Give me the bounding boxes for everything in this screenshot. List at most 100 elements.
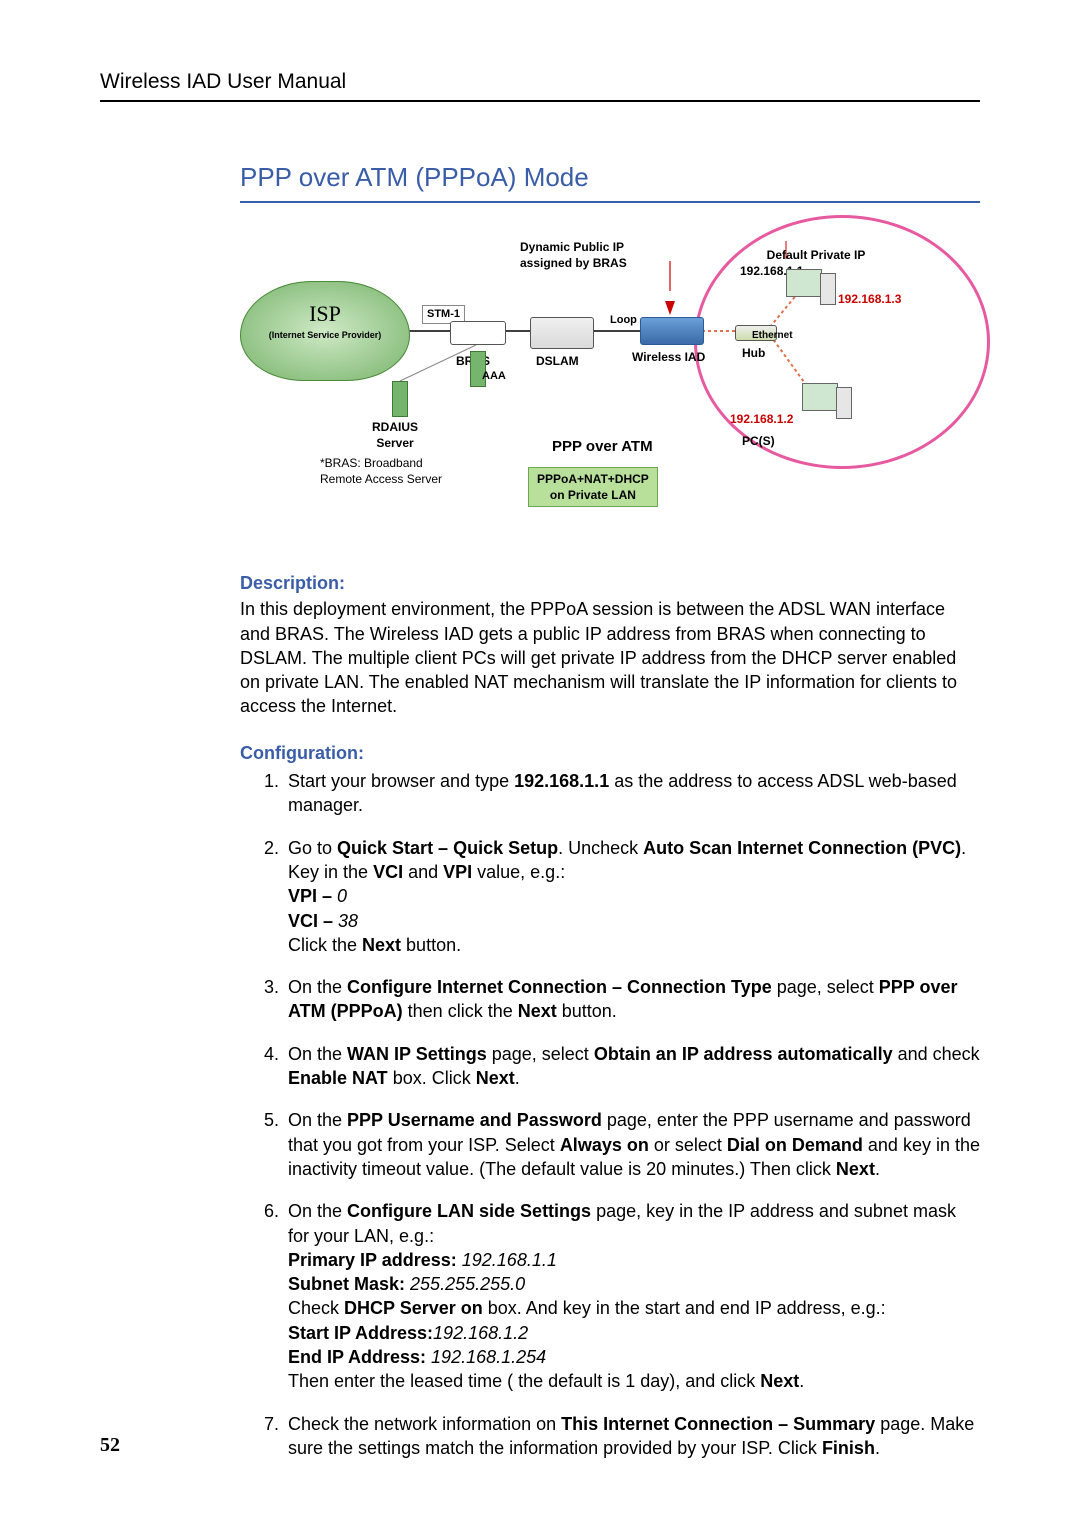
loop-label: Loop — [610, 313, 637, 328]
start-ip-label: Start IP Address: — [288, 1323, 433, 1343]
dynamic-ip-label: Dynamic Public IP assigned by BRAS — [520, 239, 627, 271]
next-button-ref: Next — [836, 1159, 875, 1179]
isp-sublabel: (Internet Service Provider) — [240, 329, 410, 341]
aaa-label: AAA — [482, 369, 506, 384]
lan-ellipse — [694, 215, 990, 469]
subnet-mask-value: 255.255.255.0 — [410, 1274, 525, 1294]
dial-on-demand: Dial on Demand — [727, 1135, 863, 1155]
page-ref: WAN IP Settings — [347, 1044, 487, 1064]
text: Then enter the leased time ( the default… — [288, 1371, 760, 1391]
page-ref: Configure Internet Connection – Connecti… — [347, 977, 772, 997]
text: . — [875, 1159, 880, 1179]
document-page: Wireless IAD User Manual PPP over ATM (P… — [0, 0, 1080, 1527]
description-text: In this deployment environment, the PPPo… — [240, 597, 980, 718]
pppoa-box: PPPoA+NAT+DHCP on Private LAN — [528, 467, 658, 507]
always-on: Always on — [560, 1135, 649, 1155]
text: Start your browser and type — [288, 771, 514, 791]
selection: Obtain an IP address automatically — [594, 1044, 893, 1064]
radius-server-icon — [392, 381, 408, 417]
page-ref: PPP Username and Password — [347, 1110, 602, 1130]
step-6: On the Configure LAN side Settings page,… — [284, 1199, 980, 1393]
page-ref: Configure LAN side Settings — [347, 1201, 591, 1221]
content-area: Dynamic Public IP assigned by BRAS Defau… — [240, 221, 980, 1460]
next-button-ref: Next — [362, 935, 401, 955]
next-button-ref: Next — [518, 1001, 557, 1021]
page-number: 52 — [100, 1434, 120, 1457]
text: page, select — [772, 977, 879, 997]
network-diagram: Dynamic Public IP assigned by BRAS Defau… — [240, 221, 980, 561]
text: Check — [288, 1298, 344, 1318]
next-button-ref: Next — [476, 1068, 515, 1088]
text: then click the — [408, 1001, 518, 1021]
section-divider — [240, 201, 980, 203]
ppp-over-atm-label: PPP over ATM — [552, 437, 653, 457]
configuration-heading: Configuration: — [240, 741, 980, 765]
section-title: PPP over ATM (PPPoA) Mode — [240, 162, 980, 193]
running-header: Wireless IAD User Manual — [100, 70, 980, 94]
text: or select — [649, 1135, 727, 1155]
isp-label: ISP — [240, 299, 410, 329]
text: On the — [288, 1110, 347, 1130]
step-4: On the WAN IP Settings page, select Obta… — [284, 1042, 980, 1091]
text: and check — [893, 1044, 980, 1064]
text: Click the — [288, 935, 362, 955]
step-7: Check the network information on This In… — [284, 1412, 980, 1461]
text: button. — [557, 1001, 617, 1021]
text: value, e.g.: — [472, 862, 565, 882]
ip-pc2-label: 192.168.1.2 — [730, 411, 793, 427]
page-ref: This Internet Connection – Summary — [561, 1414, 875, 1434]
vci-value: 38 — [338, 911, 358, 931]
configuration-steps: Start your browser and type 192.168.1.1 … — [240, 769, 980, 1460]
start-ip-value: 192.168.1.2 — [433, 1323, 528, 1343]
auto-scan: Auto Scan Internet Connection (PVC) — [643, 838, 961, 858]
isp-cloud: ISP (Internet Service Provider) — [240, 281, 410, 381]
hub-label: Hub — [742, 345, 765, 361]
text: Check the network information on — [288, 1414, 561, 1434]
text: button. — [401, 935, 461, 955]
vpi-value: 0 — [337, 886, 347, 906]
text: page, select — [487, 1044, 594, 1064]
text: On the — [288, 1201, 347, 1221]
vpi-label: VPI — [443, 862, 472, 882]
text: On the — [288, 977, 347, 997]
step-5: On the PPP Username and Password page, e… — [284, 1108, 980, 1181]
finish-button-ref: Finish — [822, 1438, 875, 1458]
primary-ip-value: 192.168.1.1 — [462, 1250, 557, 1270]
dhcp-server-on: DHCP Server on — [344, 1298, 483, 1318]
quick-setup: Quick Start – Quick Setup — [337, 838, 558, 858]
vci-line: VCI – — [288, 911, 338, 931]
dslam-label: DSLAM — [536, 353, 579, 369]
bras-device-icon — [450, 321, 506, 345]
text: Go to — [288, 838, 337, 858]
dslam-device-icon — [530, 317, 594, 349]
header-divider — [100, 100, 980, 102]
pc1-icon — [780, 269, 828, 311]
ip-address: 192.168.1.1 — [514, 771, 609, 791]
text: . — [875, 1438, 880, 1458]
text: On the — [288, 1044, 347, 1064]
vpi-line: VPI – — [288, 886, 337, 906]
ethernet-label: Ethernet — [752, 329, 793, 343]
text: . — [799, 1371, 804, 1391]
text: box. And key in the start and end IP add… — [483, 1298, 886, 1318]
subnet-mask-label: Subnet Mask: — [288, 1274, 410, 1294]
text: . — [515, 1068, 520, 1088]
wireless-iad-label: Wireless IAD — [632, 349, 705, 365]
ip-pc1-label: 192.168.1.3 — [838, 291, 901, 307]
enable-nat: Enable NAT — [288, 1068, 388, 1088]
text: and — [403, 862, 443, 882]
primary-ip-label: Primary IP address: — [288, 1250, 462, 1270]
iad-device-icon — [640, 317, 704, 345]
end-ip-value: 192.168.1.254 — [431, 1347, 546, 1367]
pcs-label: PC(S) — [742, 433, 775, 449]
vci-label: VCI — [373, 862, 403, 882]
pc2-icon — [796, 383, 844, 425]
step-1: Start your browser and type 192.168.1.1 … — [284, 769, 980, 818]
end-ip-label: End IP Address: — [288, 1347, 431, 1367]
text: box. Click — [388, 1068, 476, 1088]
text: . Uncheck — [558, 838, 643, 858]
bras-footnote: *BRAS: Broadband Remote Access Server — [320, 455, 442, 487]
step-2: Go to Quick Start – Quick Setup. Uncheck… — [284, 836, 980, 957]
radius-label: RDAIUS Server — [372, 419, 418, 451]
step-3: On the Configure Internet Connection – C… — [284, 975, 980, 1024]
